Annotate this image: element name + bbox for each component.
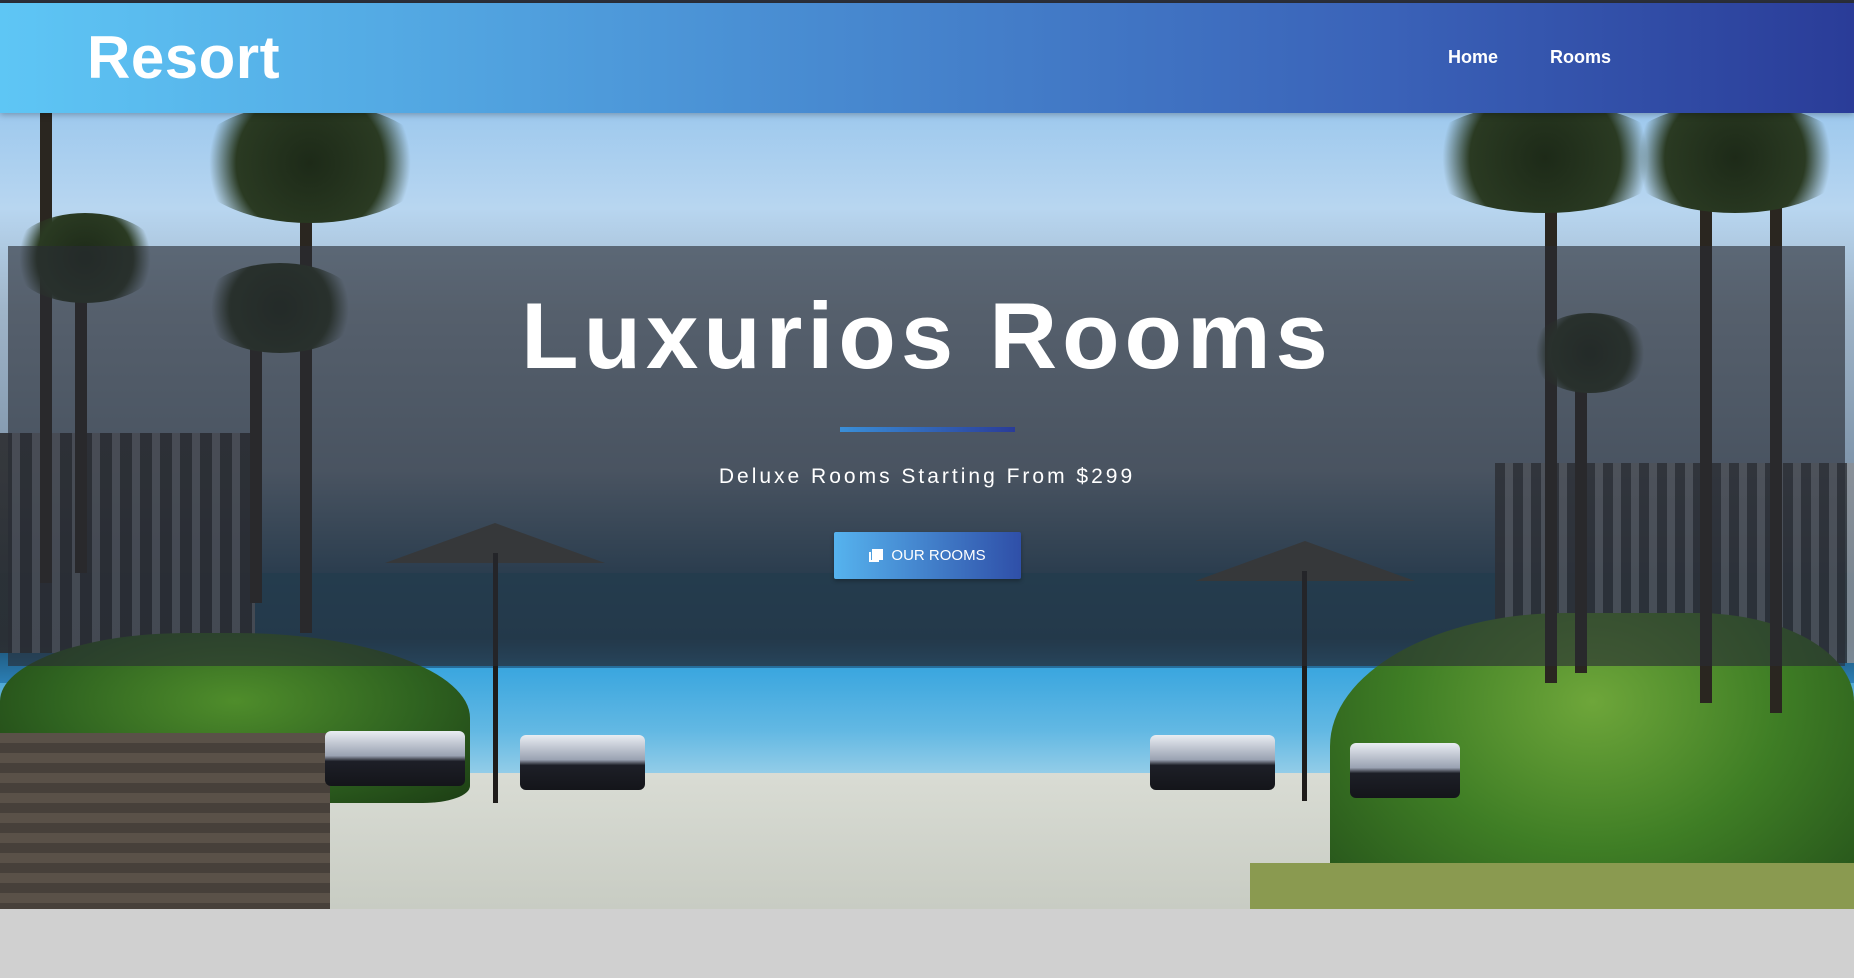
sun-lounger xyxy=(1150,735,1275,790)
stone-wall xyxy=(0,733,330,909)
lawn xyxy=(1250,863,1854,909)
nav-link-home[interactable]: Home xyxy=(1448,47,1498,68)
our-rooms-button-label: OUR ROOMS xyxy=(891,547,986,564)
navbar: Resort Home Rooms xyxy=(0,3,1854,113)
clone-icon xyxy=(869,548,884,563)
palm-fronds xyxy=(1620,113,1850,213)
nav-link-rooms[interactable]: Rooms xyxy=(1550,47,1611,68)
sun-lounger xyxy=(520,735,645,790)
page-below-hero xyxy=(0,909,1854,978)
hero-title: Luxurios Rooms xyxy=(521,283,1333,388)
our-rooms-button[interactable]: OUR ROOMS xyxy=(834,532,1021,579)
hero-subtitle: Deluxe Rooms Starting From $299 xyxy=(718,465,1136,488)
title-underline xyxy=(840,427,1015,432)
palm-fronds xyxy=(190,113,430,223)
sun-lounger xyxy=(325,731,465,786)
sun-lounger xyxy=(1350,743,1460,798)
brand-logo[interactable]: Resort xyxy=(87,23,280,92)
